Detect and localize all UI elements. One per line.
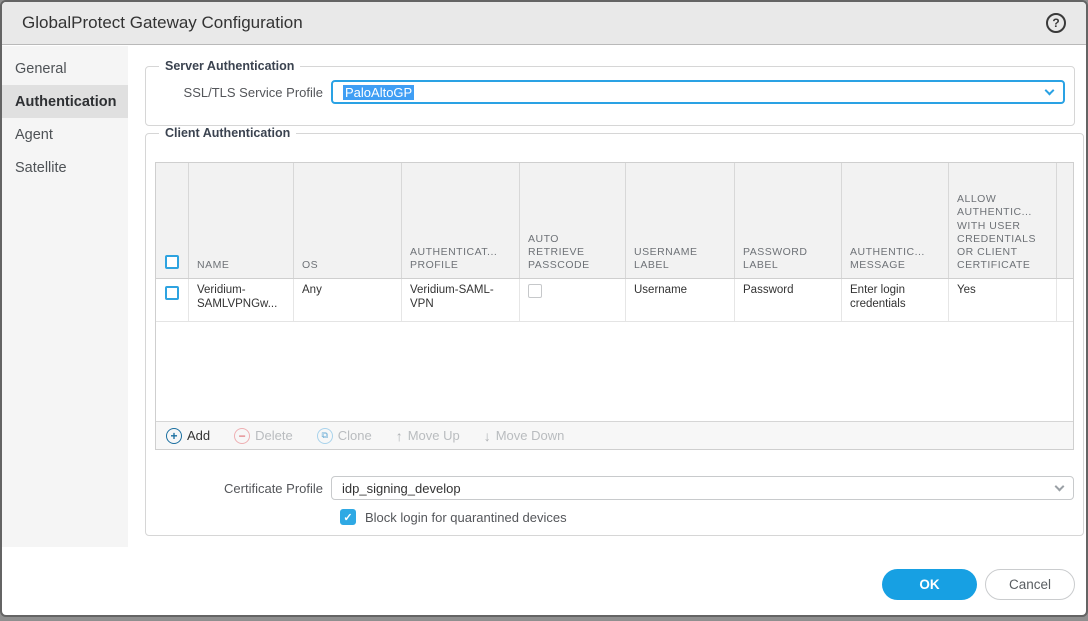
table-row[interactable]: Veridium-SAMLVPNGw... Any Veridium-SAML-… <box>156 279 1073 322</box>
column-header-auto-retrieve-passcode[interactable]: AUTO RETRIEVE PASSCODE <box>520 163 626 278</box>
cell-username-label: Username <box>626 279 735 321</box>
move-up-button[interactable]: ↑ Move Up <box>396 428 460 444</box>
ssl-tls-service-profile-value: PaloAltoGP <box>343 85 414 100</box>
cell-name: Veridium-SAMLVPNGw... <box>189 279 294 321</box>
select-all-checkbox[interactable] <box>165 255 179 269</box>
ssl-tls-service-profile-label: SSL/TLS Service Profile <box>155 85 325 100</box>
block-login-label: Block login for quarantined devices <box>365 510 567 525</box>
certificate-profile-value: idp_signing_develop <box>342 481 461 496</box>
table-empty-area <box>156 322 1073 421</box>
client-authentication-legend: Client Authentication <box>159 126 296 140</box>
sidebar-item-general[interactable]: General <box>2 52 128 85</box>
column-header-authentication-message[interactable]: AUTHENTIC... MESSAGE <box>842 163 949 278</box>
certificate-profile-label: Certificate Profile <box>155 481 325 496</box>
table-header-row: NAME OS AUTHENTICAT... PROFILE AUTO RETR… <box>156 163 1073 279</box>
row-select-cell <box>156 279 189 321</box>
column-header-authentication-profile[interactable]: AUTHENTICAT... PROFILE <box>402 163 520 278</box>
ssl-tls-service-profile-select[interactable]: PaloAltoGP <box>331 80 1065 104</box>
cell-auto-retrieve-passcode <box>520 279 626 321</box>
globalprotect-gateway-configuration-dialog: GlobalProtect Gateway Configuration ? Ge… <box>0 0 1088 617</box>
client-authentication-table: NAME OS AUTHENTICAT... PROFILE AUTO RETR… <box>155 162 1074 450</box>
row-select-checkbox[interactable] <box>165 286 179 300</box>
cell-authentication-profile: Veridium-SAML-VPN <box>402 279 520 321</box>
clone-button[interactable]: ⧉ Clone <box>317 428 372 444</box>
arrow-up-icon: ↑ <box>396 428 403 444</box>
sidebar-item-agent[interactable]: Agent <box>2 118 128 151</box>
move-down-button[interactable]: ↓ Move Down <box>484 428 565 444</box>
delete-icon: − <box>234 428 250 444</box>
add-button[interactable]: + Add <box>166 428 210 444</box>
column-header-os[interactable]: OS <box>294 163 402 278</box>
cell-authentication-message: Enter login credentials <box>842 279 949 321</box>
block-login-checkbox[interactable] <box>340 509 356 525</box>
sidebar-item-satellite[interactable]: Satellite <box>2 151 128 184</box>
server-authentication-section: Server Authentication SSL/TLS Service Pr… <box>145 59 1075 126</box>
help-icon[interactable]: ? <box>1046 13 1066 33</box>
cell-password-label: Password <box>735 279 842 321</box>
column-header-spacer <box>1057 163 1073 278</box>
ok-button[interactable]: OK <box>882 569 977 600</box>
certificate-profile-select[interactable]: idp_signing_develop <box>331 476 1074 500</box>
client-authentication-section: Client Authentication NAME OS AUTHENTICA… <box>145 126 1084 536</box>
add-icon: + <box>166 428 182 444</box>
sidebar-item-authentication[interactable]: Authentication <box>2 85 128 118</box>
cell-spacer <box>1057 279 1073 321</box>
dialog-title: GlobalProtect Gateway Configuration <box>22 13 303 33</box>
clone-icon: ⧉ <box>317 428 333 444</box>
arrow-down-icon: ↓ <box>484 428 491 444</box>
chevron-down-icon <box>1055 481 1065 491</box>
chevron-down-icon <box>1045 85 1055 95</box>
auto-retrieve-passcode-checkbox[interactable] <box>528 284 542 298</box>
sidebar: General Authentication Agent Satellite <box>2 46 128 547</box>
cell-allow-authentication: Yes <box>949 279 1057 321</box>
table-toolbar: + Add − Delete ⧉ Clone ↑ Move Up ↓ Mov <box>156 421 1073 449</box>
column-header-password-label[interactable]: PASSWORD LABEL <box>735 163 842 278</box>
dialog-titlebar: GlobalProtect Gateway Configuration ? <box>2 2 1086 45</box>
delete-button[interactable]: − Delete <box>234 428 293 444</box>
server-authentication-legend: Server Authentication <box>159 59 300 73</box>
column-header-allow-authentication[interactable]: ALLOW AUTHENTIC... WITH USER CREDENTIALS… <box>949 163 1057 278</box>
column-header-username-label[interactable]: USERNAME LABEL <box>626 163 735 278</box>
cell-os: Any <box>294 279 402 321</box>
select-all-cell <box>156 163 189 278</box>
cancel-button[interactable]: Cancel <box>985 569 1075 600</box>
column-header-name[interactable]: NAME <box>189 163 294 278</box>
